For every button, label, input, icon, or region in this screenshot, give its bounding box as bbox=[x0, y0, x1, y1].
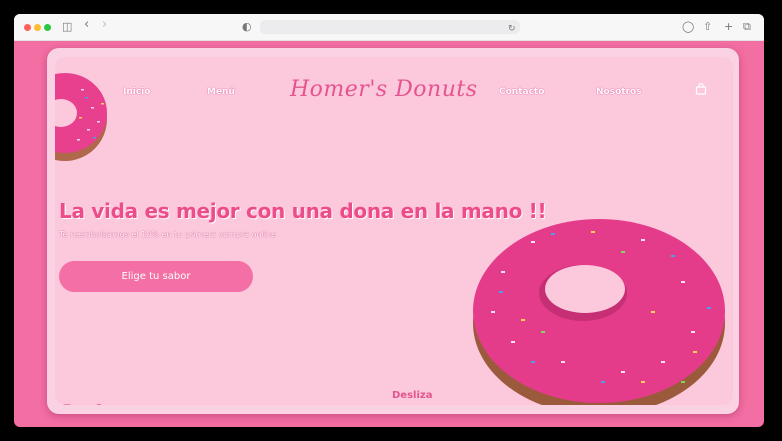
downloads-icon[interactable]: ◯ bbox=[682, 20, 694, 34]
zoom-window-button[interactable] bbox=[44, 24, 51, 31]
hero-subheadline: Te reembolsamos el 10% en tu primera com… bbox=[59, 230, 277, 239]
donut-image-small bbox=[55, 73, 107, 161]
nav-link-nosotros[interactable]: Nosotros bbox=[596, 87, 642, 97]
instagram-icon[interactable] bbox=[61, 404, 73, 405]
nav-link-menu[interactable]: Menú bbox=[207, 87, 235, 97]
hero-section: Inicio Menú Homer's Donuts Contacto Noso… bbox=[55, 57, 733, 405]
back-icon[interactable]: ‹ bbox=[84, 18, 89, 32]
browser-toolbar: ◫ ‹ › ◐ ↻ ◯ ⇧ + ⧉ bbox=[14, 14, 764, 41]
twitter-icon[interactable] bbox=[76, 404, 88, 405]
sidebar-toggle-icon[interactable]: ◫ bbox=[62, 20, 72, 34]
share-icon[interactable]: ⇧ bbox=[703, 20, 712, 34]
facebook-icon[interactable] bbox=[92, 404, 102, 405]
close-window-button[interactable] bbox=[24, 24, 31, 31]
choose-flavor-button[interactable]: Elige tu sabor bbox=[59, 261, 253, 292]
new-tab-icon[interactable]: + bbox=[724, 20, 733, 34]
minimize-window-button[interactable] bbox=[34, 24, 41, 31]
privacy-shield-icon[interactable]: ◐ bbox=[242, 20, 252, 34]
tab-overview-icon[interactable]: ⧉ bbox=[743, 20, 751, 34]
donut-image-large bbox=[473, 219, 725, 405]
scroll-hint[interactable]: Desliza bbox=[392, 390, 432, 401]
nav-link-contacto[interactable]: Contacto bbox=[499, 87, 544, 97]
forward-icon[interactable]: › bbox=[102, 18, 107, 32]
brand-logo[interactable]: Homer's Donuts bbox=[290, 77, 478, 102]
shopping-bag-icon[interactable] bbox=[695, 83, 707, 95]
browser-window: ◫ ‹ › ◐ ↻ ◯ ⇧ + ⧉ Inicio Menú Homer's Do… bbox=[14, 14, 764, 427]
reload-icon[interactable]: ↻ bbox=[508, 22, 516, 36]
nav-link-inicio[interactable]: Inicio bbox=[123, 87, 150, 97]
address-bar[interactable] bbox=[260, 20, 520, 34]
